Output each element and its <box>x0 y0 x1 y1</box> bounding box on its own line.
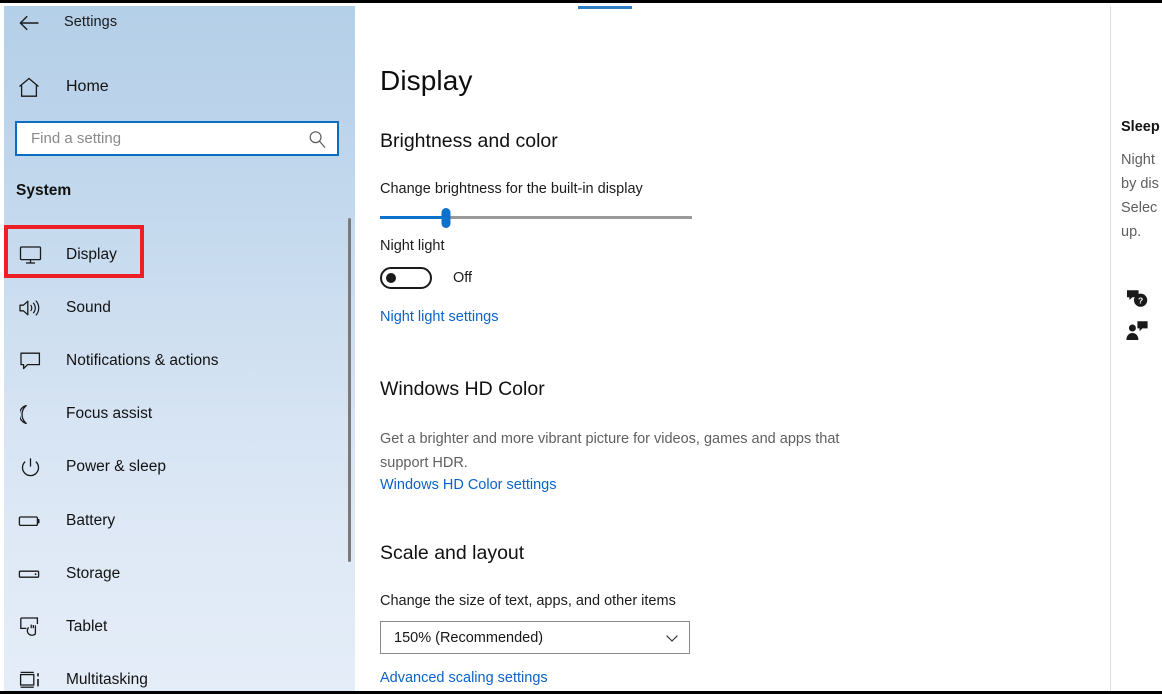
brightness-slider-thumb[interactable] <box>441 208 450 228</box>
tablet-icon <box>16 613 44 641</box>
sidebar-section-label: System <box>16 182 71 200</box>
sidebar-item-label-sound: Sound <box>66 299 111 317</box>
hd-color-description: Get a brighter and more vibrant picture … <box>380 427 880 475</box>
sidebar-nav-list: Display Sound <box>0 228 355 694</box>
rail-heading: Sleep <box>1121 119 1160 135</box>
night-light-state: Off <box>453 270 472 286</box>
sidebar-scrollbar[interactable] <box>348 218 351 562</box>
hd-color-heading: Windows HD Color <box>380 378 545 401</box>
sidebar-item-focus-assist[interactable]: Focus assist <box>0 388 355 441</box>
battery-icon <box>16 507 44 535</box>
sidebar-item-label-multitasking: Multitasking <box>66 671 148 689</box>
sidebar-item-label-display: Display <box>66 246 117 264</box>
scale-dropdown-value: 150% (Recommended) <box>394 630 664 646</box>
scale-label: Change the size of text, apps, and other… <box>380 593 676 609</box>
search-box[interactable] <box>15 121 339 156</box>
top-tab-indicator <box>578 6 632 9</box>
right-rail: Sleep Night by dis Selec up. ? <box>1110 6 1162 694</box>
scale-dropdown[interactable]: 150% (Recommended) <box>380 621 690 654</box>
main-content: Display Brightness and color Change brig… <box>355 6 1110 694</box>
sidebar-item-label-battery: Battery <box>66 512 115 530</box>
hd-color-settings-link[interactable]: Windows HD Color settings <box>380 477 556 493</box>
sidebar: Settings Home System <box>0 6 355 694</box>
sidebar-item-display[interactable]: Display <box>0 228 355 281</box>
night-light-toggle[interactable] <box>380 267 432 289</box>
sidebar-item-home[interactable]: Home <box>0 69 300 105</box>
sidebar-item-label-home: Home <box>66 78 109 96</box>
settings-window: Settings Home System <box>0 0 1162 694</box>
chevron-down-icon <box>664 630 680 646</box>
sidebar-item-battery[interactable]: Battery <box>0 494 355 547</box>
sidebar-left-edge <box>0 6 4 694</box>
power-icon <box>16 453 44 481</box>
sidebar-item-power-sleep[interactable]: Power & sleep <box>0 441 355 494</box>
page-title: Display <box>380 65 473 97</box>
sidebar-item-sound[interactable]: Sound <box>0 281 355 334</box>
give-feedback-icon[interactable] <box>1125 319 1149 343</box>
sidebar-item-label-power-sleep: Power & sleep <box>66 458 166 476</box>
chat-bubble-icon <box>16 347 44 375</box>
night-light-settings-link[interactable]: Night light settings <box>380 309 498 325</box>
back-button[interactable] <box>12 8 46 38</box>
brightness-slider-label: Change brightness for the built-in displ… <box>380 181 643 197</box>
sidebar-item-notifications[interactable]: Notifications & actions <box>0 334 355 387</box>
brightness-heading: Brightness and color <box>380 130 558 153</box>
titlebar: Settings <box>0 6 355 40</box>
multitasking-icon <box>16 666 44 694</box>
sidebar-item-multitasking[interactable]: Multitasking <box>0 654 355 694</box>
home-icon <box>16 74 42 100</box>
sidebar-item-label-tablet: Tablet <box>66 618 107 636</box>
sidebar-item-label-notifications: Notifications & actions <box>66 352 219 370</box>
sidebar-item-label-focus-assist: Focus assist <box>66 405 152 423</box>
scale-heading: Scale and layout <box>380 542 524 565</box>
toggle-knob <box>386 273 396 283</box>
sidebar-item-tablet[interactable]: Tablet <box>0 600 355 653</box>
get-help-icon[interactable]: ? <box>1125 287 1149 311</box>
speaker-icon <box>16 294 44 322</box>
sidebar-item-storage[interactable]: Storage <box>0 547 355 600</box>
moon-icon <box>16 400 44 428</box>
monitor-icon <box>16 241 44 269</box>
search-input[interactable] <box>31 130 307 147</box>
search-icon[interactable] <box>307 129 327 149</box>
app-title: Settings <box>64 14 117 30</box>
brightness-slider[interactable] <box>380 208 692 228</box>
advanced-scaling-settings-link[interactable]: Advanced scaling settings <box>380 670 548 686</box>
night-light-label: Night light <box>380 238 444 254</box>
rail-description: Night by dis Selec up. <box>1121 148 1162 244</box>
sidebar-item-label-storage: Storage <box>66 565 120 583</box>
night-light-toggle-row: Off <box>380 267 472 289</box>
arrow-left-icon <box>18 14 40 32</box>
brightness-slider-fill <box>380 216 446 219</box>
svg-text:?: ? <box>1138 296 1143 306</box>
storage-icon <box>16 560 44 588</box>
